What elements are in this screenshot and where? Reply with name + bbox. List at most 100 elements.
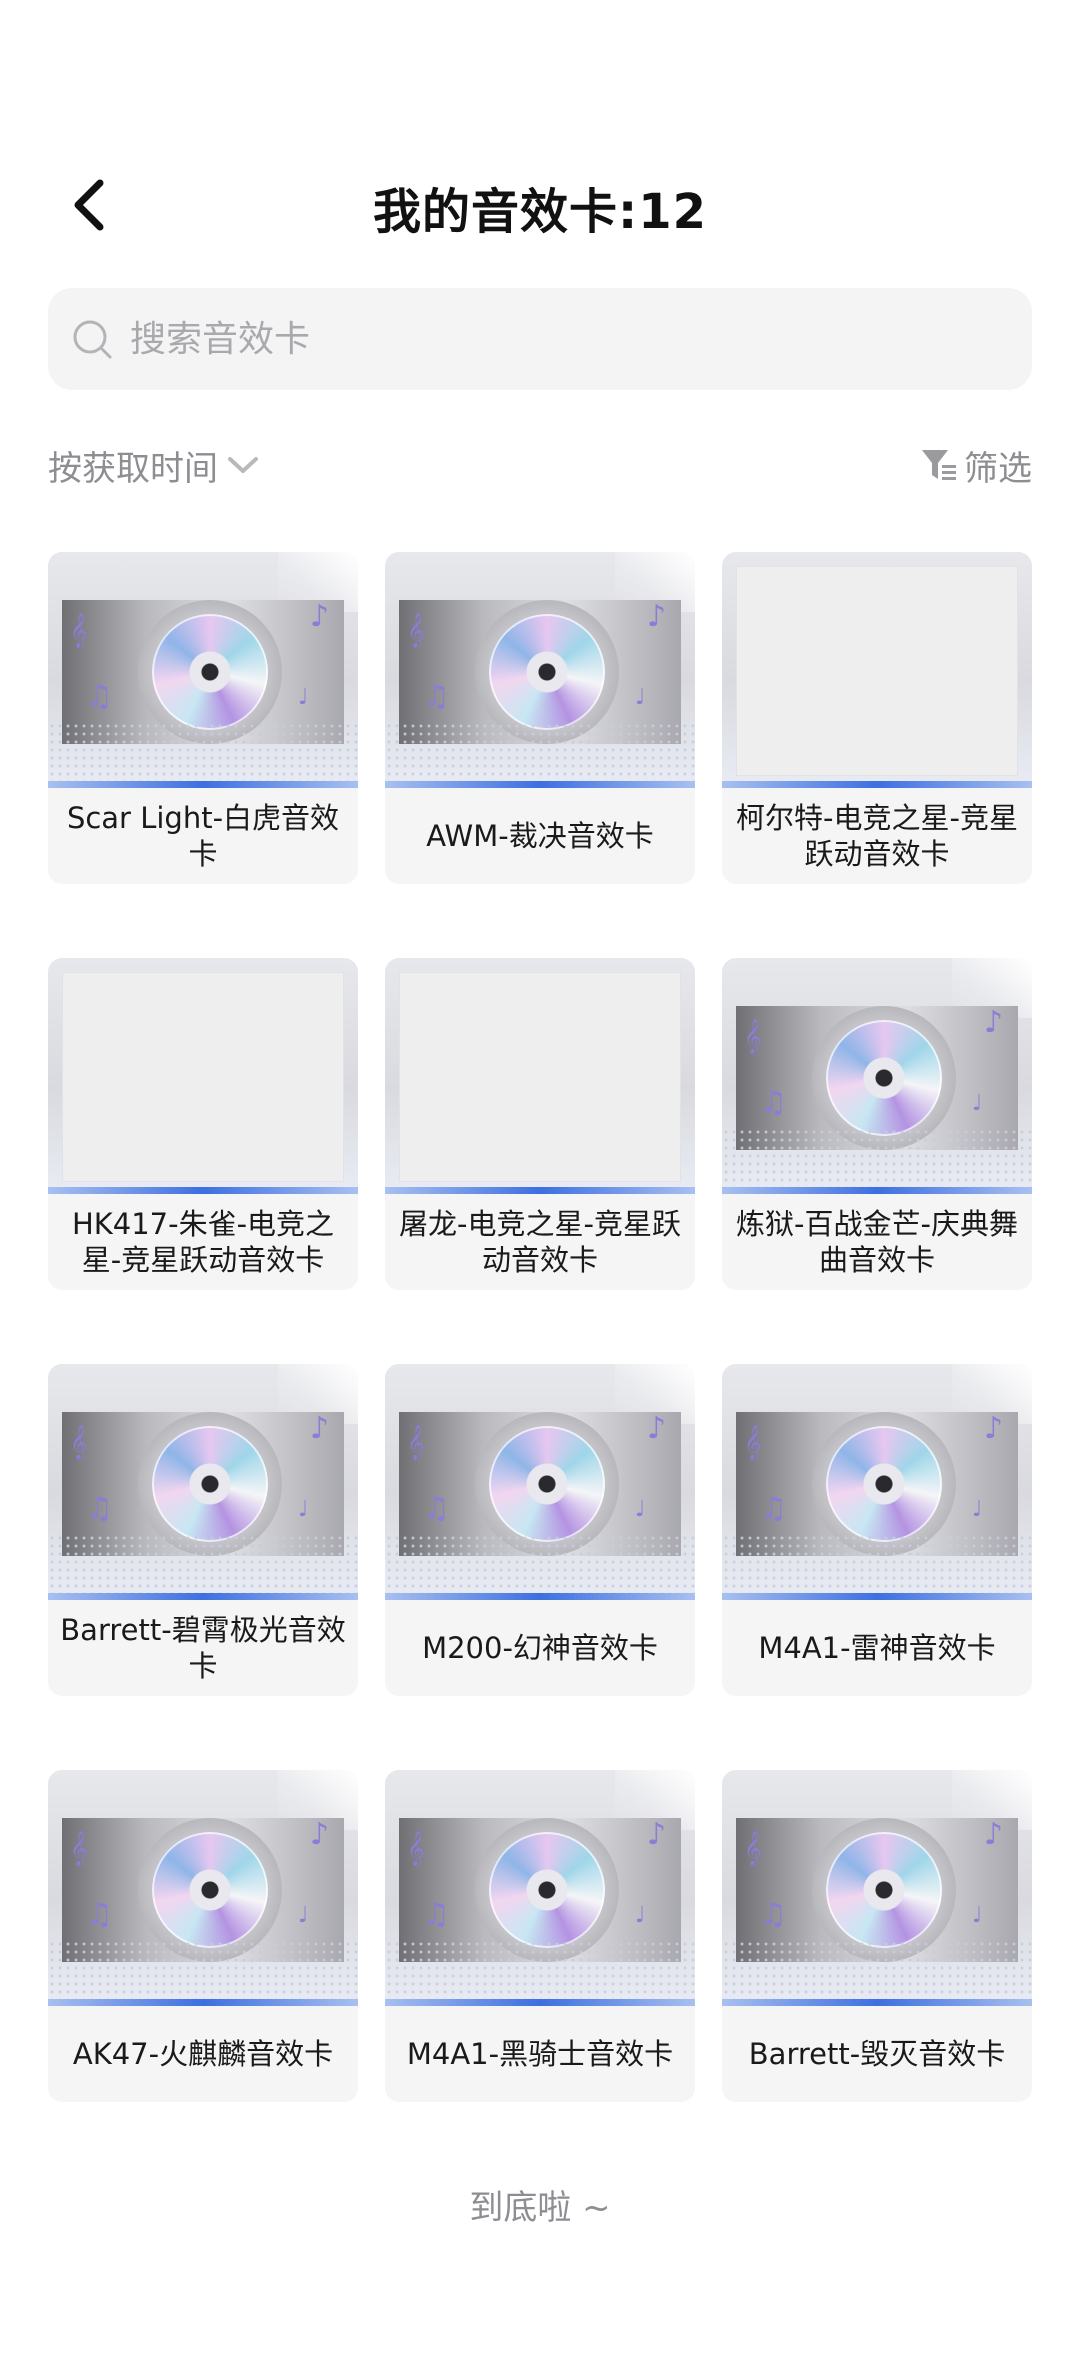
cd-disc-icon [826, 1020, 942, 1136]
cd-disc-icon [489, 614, 605, 730]
end-of-list-text: 到底啦 ~ [469, 2188, 611, 2228]
accent-bar [48, 1187, 358, 1194]
music-note-icon: ♩ [972, 1091, 983, 1116]
music-note-icon: ♪ [647, 1817, 667, 1852]
filter-icon [922, 450, 956, 480]
sound-card[interactable]: 𝄞 ♫ ♪ ♩ AWM-裁决音效卡 [385, 552, 695, 884]
sound-card[interactable]: 𝄞 ♫ ♪ ♩ Barrett-碧霄极光音效卡 [48, 1364, 358, 1696]
music-note-icon: ♫ [423, 679, 450, 714]
sound-card-thumbnail: 𝄞 ♫ ♪ ♩ [48, 1770, 358, 2006]
sound-card-thumbnail: 𝄞 ♫ ♪ ♩ [722, 1364, 1032, 1600]
music-note-icon: ♩ [635, 1903, 646, 1928]
music-note-icon: ♪ [310, 1817, 330, 1852]
sound-card[interactable]: 屠龙-电竞之星-竞星跃动音效卡 [385, 958, 695, 1290]
sound-card-thumbnail [48, 958, 358, 1194]
cd-disc-icon [152, 614, 268, 730]
treble-clef-icon: 𝄞 [407, 1425, 425, 1460]
sound-card[interactable]: 𝄞 ♫ ♪ ♩ Scar Light-白虎音效卡 [48, 552, 358, 884]
sort-dropdown[interactable]: 按获取时间 [48, 432, 260, 498]
music-note-icon: ♩ [972, 1497, 983, 1522]
treble-clef-icon: 𝄞 [744, 1425, 762, 1460]
music-note-icon: ♩ [298, 1903, 309, 1928]
sound-card-label: 柯尔特-电竞之星-竞星跃动音效卡 [736, 801, 1018, 871]
blank-image-placeholder [736, 566, 1018, 776]
sound-card-thumbnail: 𝄞 ♫ ♪ ♩ [48, 552, 358, 788]
cd-disc-icon [489, 1426, 605, 1542]
music-note-icon: ♩ [635, 1497, 646, 1522]
sound-card[interactable]: 𝄞 ♫ ♪ ♩ M4A1-雷神音效卡 [722, 1364, 1032, 1696]
sound-card-thumbnail: 𝄞 ♫ ♪ ♩ [385, 1364, 695, 1600]
accent-bar [385, 781, 695, 788]
sort-label: 按获取时间 [48, 448, 218, 489]
accent-bar [48, 1593, 358, 1600]
sound-card-label: M4A1-雷神音效卡 [758, 1631, 996, 1665]
sound-card-label: AK47-火麒麟音效卡 [72, 2037, 334, 2071]
treble-clef-icon: 𝄞 [744, 1831, 762, 1866]
music-note-icon: ♫ [86, 679, 113, 714]
accent-bar [385, 1999, 695, 2006]
sound-card[interactable]: 𝄞 ♫ ♪ ♩ 炼狱-百战金芒-庆典舞曲音效卡 [722, 958, 1032, 1290]
dot-pattern [385, 1940, 695, 2000]
dot-pattern [48, 1940, 358, 2000]
music-note-icon: ♫ [86, 1491, 113, 1526]
sound-card-label: Scar Light-白虎音效卡 [66, 801, 340, 871]
sound-card-thumbnail: 𝄞 ♫ ♪ ♩ [385, 1770, 695, 2006]
music-note-icon: ♫ [86, 1897, 113, 1932]
cd-disc-icon [826, 1426, 942, 1542]
accent-bar [48, 1999, 358, 2006]
sound-card[interactable]: HK417-朱雀-电竞之星-竞星跃动音效卡 [48, 958, 358, 1290]
treble-clef-icon: 𝄞 [744, 1019, 762, 1054]
blank-image-placeholder [399, 972, 681, 1182]
accent-bar [722, 1593, 1032, 1600]
sound-card-label: M200-幻神音效卡 [422, 1631, 658, 1665]
music-note-icon: ♪ [984, 1005, 1004, 1040]
music-note-icon: ♫ [423, 1897, 450, 1932]
sound-card-label: 屠龙-电竞之星-竞星跃动音效卡 [399, 1207, 681, 1277]
dot-pattern [385, 1534, 695, 1594]
sound-card-thumbnail: 𝄞 ♫ ♪ ♩ [722, 958, 1032, 1194]
music-note-icon: ♪ [310, 1411, 330, 1446]
search-icon [73, 320, 112, 359]
sound-card-grid: 𝄞 ♫ ♪ ♩ Scar Light-白虎音效卡 𝄞 ♫ ♪ ♩ AWM-裁决音效卡 柯尔特-电竞之… [48, 552, 1032, 2102]
sound-card-thumbnail: 𝄞 ♫ ♪ ♩ [385, 552, 695, 788]
sound-card[interactable]: 𝄞 ♫ ♪ ♩ AK47-火麒麟音效卡 [48, 1770, 358, 2102]
page-title: 我的音效卡:12 [373, 184, 707, 240]
search-input[interactable] [128, 317, 1012, 361]
sound-card-label: 炼狱-百战金芒-庆典舞曲音效卡 [736, 1207, 1018, 1277]
music-note-icon: ♫ [423, 1491, 450, 1526]
filter-label: 筛选 [964, 448, 1032, 489]
dot-pattern [722, 1534, 1032, 1594]
music-note-icon: ♫ [760, 1085, 787, 1120]
sound-card-label: Barrett-毁灭音效卡 [748, 2037, 1006, 2071]
dot-pattern [722, 1128, 1032, 1188]
sound-card-label: M4A1-黑骑士音效卡 [406, 2037, 674, 2071]
dot-pattern [48, 1534, 358, 1594]
music-note-icon: ♩ [298, 1497, 309, 1522]
sound-card-thumbnail [385, 958, 695, 1194]
sound-card-thumbnail [722, 552, 1032, 788]
search-bar[interactable] [48, 288, 1032, 390]
filter-row: 按获取时间 筛选 [48, 432, 1032, 498]
accent-bar [385, 1593, 695, 1600]
accent-bar [48, 781, 358, 788]
accent-bar [722, 781, 1032, 788]
accent-bar [722, 1999, 1032, 2006]
sound-card-label: Barrett-碧霄极光音效卡 [60, 1613, 346, 1683]
sound-card[interactable]: 𝄞 ♫ ♪ ♩ Barrett-毁灭音效卡 [722, 1770, 1032, 2102]
sound-card-thumbnail: 𝄞 ♫ ♪ ♩ [48, 1364, 358, 1600]
treble-clef-icon: 𝄞 [70, 1831, 88, 1866]
music-note-icon: ♩ [298, 685, 309, 710]
accent-bar [722, 1187, 1032, 1194]
treble-clef-icon: 𝄞 [407, 613, 425, 648]
sound-card-label: HK417-朱雀-电竞之星-竞星跃动音效卡 [71, 1207, 335, 1277]
music-note-icon: ♩ [972, 1903, 983, 1928]
music-note-icon: ♪ [647, 599, 667, 634]
filter-button[interactable]: 筛选 [920, 432, 1032, 498]
sound-card[interactable]: 柯尔特-电竞之星-竞星跃动音效卡 [722, 552, 1032, 884]
music-note-icon: ♪ [310, 599, 330, 634]
music-note-icon: ♪ [984, 1817, 1004, 1852]
sound-card[interactable]: 𝄞 ♫ ♪ ♩ M200-幻神音效卡 [385, 1364, 695, 1696]
cd-disc-icon [826, 1832, 942, 1948]
sound-card[interactable]: 𝄞 ♫ ♪ ♩ M4A1-黑骑士音效卡 [385, 1770, 695, 2102]
music-note-icon: ♫ [760, 1897, 787, 1932]
